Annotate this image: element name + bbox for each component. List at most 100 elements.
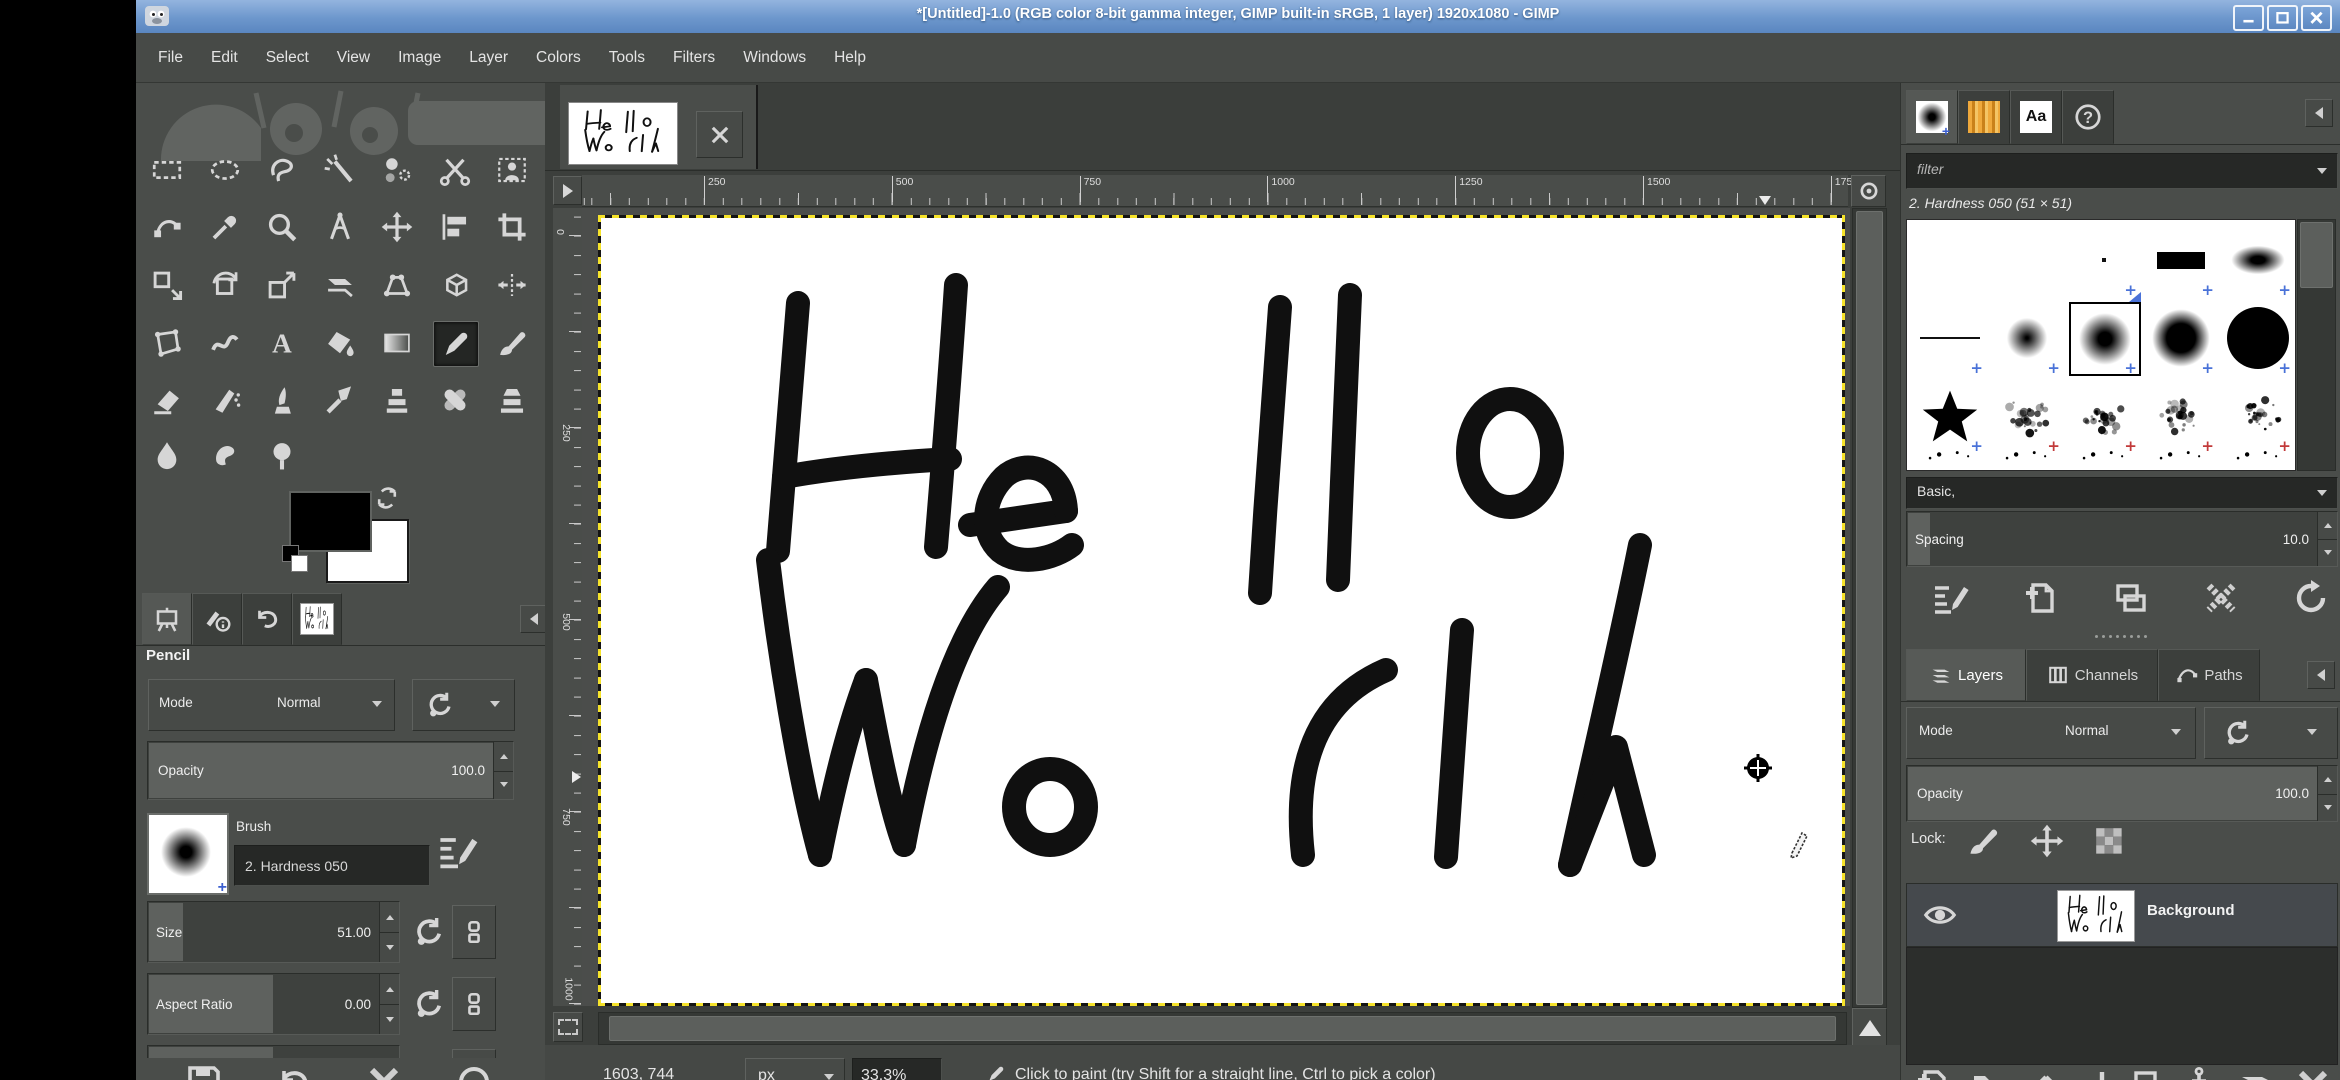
tool-airbrush[interactable] [203,378,247,422]
raise-layer-button[interactable] [2026,1065,2066,1080]
tool-handle-transform[interactable] [375,263,419,307]
horizontal-ruler[interactable]: 2505007501000125015001750 [582,175,1848,207]
brush-name-field[interactable]: 2. Hardness 050 [234,845,430,886]
close-tab-icon[interactable] [696,111,743,158]
tool-rotate[interactable] [203,263,247,307]
brush-specks-1[interactable] [1915,442,1985,471]
delete-brush-button[interactable] [2201,577,2241,619]
new-group-button[interactable] [1969,1065,2009,1080]
tool-eraser[interactable] [145,378,189,422]
tool-mypaint-brush[interactable] [318,378,362,422]
horizontal-scrollbar[interactable] [598,1012,1847,1045]
zoom-follow-window-toggle[interactable] [1851,175,1886,207]
reset-tool-button[interactable] [454,1062,494,1080]
ruler-menu-button[interactable] [553,176,582,205]
link-aspect-icon[interactable] [452,977,496,1031]
tool-scissors-select[interactable] [433,148,477,192]
brush-specks-5[interactable] [2223,442,2293,471]
lock-alpha-icon[interactable] [2093,825,2125,857]
edit-brush-icon[interactable] [436,829,480,873]
canvas[interactable] [598,215,1845,1006]
brush-specks-2[interactable] [1992,442,2062,471]
default-colors-icon-bg[interactable] [291,555,308,572]
mode-switch-buttons[interactable] [412,679,515,731]
layer-name[interactable]: Background [2147,902,2235,919]
tool-color-picker[interactable] [203,205,247,249]
dock-collapse-button[interactable] [2307,661,2335,689]
tool-fuzzy-select[interactable] [318,148,362,192]
dialog-tab-layers[interactable]: Layers [1906,649,2026,701]
brush-line[interactable]: + [1915,302,1985,374]
tool-measure[interactable] [318,205,362,249]
angle-slider[interactable] [147,1045,400,1058]
layer-opacity-spinner[interactable] [2317,766,2337,821]
layer-thumbnail[interactable] [2057,890,2135,942]
aspect-ratio-slider[interactable]: Aspect Ratio 0.00 [147,973,400,1035]
foreground-color-swatch[interactable] [289,491,372,552]
menu-help[interactable]: Help [820,33,880,83]
layer-mode-switch-buttons[interactable] [2204,707,2338,759]
new-layer-button[interactable] [1913,1065,1953,1080]
dialog-tab-fonts[interactable]: Aa [2010,90,2062,144]
menu-filters[interactable]: Filters [659,33,729,83]
tool-move[interactable] [375,205,419,249]
brush-group-select[interactable]: Basic, [1906,477,2338,509]
dialog-tab-patterns[interactable] [1958,90,2010,144]
dialog-tab-help[interactable]: ? [2062,90,2114,144]
size-slider[interactable]: Size 51.00 [147,901,400,963]
dialog-tab-channels[interactable]: Channels [2026,649,2158,701]
duplicate-brush-button[interactable] [2111,577,2151,619]
duplicate-layer-button[interactable] [2129,1065,2169,1080]
spacing-slider[interactable]: Spacing 10.0 [1906,511,2338,567]
brush-pixel[interactable]: + [2069,224,2139,296]
menu-layer[interactable]: Layer [455,33,522,83]
reset-size-icon[interactable] [412,915,446,949]
dock-tab-device-status[interactable] [192,593,242,645]
dock-tab-image-thumbnail[interactable] [292,593,342,645]
brush-filter-input[interactable]: filter [1906,153,2338,189]
brush-hardness-025[interactable]: + [1992,302,2062,374]
tool-perspective-clone[interactable] [490,378,534,422]
opacity-spinner[interactable] [493,742,513,799]
vertical-scrollbar[interactable] [1852,208,1887,1008]
anchor-layer-button[interactable] [2179,1065,2219,1080]
tool-scale[interactable] [260,263,304,307]
tool-select-by-color[interactable] [375,148,419,192]
dock-tab-tool-options[interactable] [142,593,192,645]
spacing-spinner[interactable] [2317,512,2337,566]
brush-blank[interactable] [1915,224,1985,296]
new-brush-button[interactable] [2021,577,2061,619]
delete-layer-button[interactable] [2293,1065,2333,1080]
menu-view[interactable]: View [323,33,384,83]
brush-specks-3[interactable] [2069,442,2139,471]
brush-hardness-050[interactable]: + [2069,302,2141,376]
swap-colors-icon[interactable] [374,485,400,509]
image-tab[interactable] [560,85,758,169]
tool-smudge[interactable] [203,433,247,477]
link-size-icon[interactable] [452,905,496,959]
zoom-select[interactable]: 33.3% [852,1058,942,1080]
dialog-tab-brushes[interactable]: + [1906,90,1958,144]
menu-colors[interactable]: Colors [522,33,595,83]
tool-ink[interactable] [260,378,304,422]
link-angle-icon[interactable] [452,1049,496,1058]
unit-select[interactable]: px [745,1058,845,1080]
tool-bucket-fill[interactable] [318,321,362,365]
layer-opacity-slider[interactable]: Opacity 100.0 [1906,765,2338,822]
layer-list-empty-area[interactable] [1906,947,2338,1065]
layer-mode-select[interactable]: Mode Normal [1906,707,2196,759]
tool-flip[interactable] [490,263,534,307]
tool-blur-sharpen[interactable] [145,433,189,477]
layer-visibility-eye-icon[interactable] [1921,896,1959,934]
brush-thumbnail[interactable]: + [147,813,229,895]
reset-aspect-icon[interactable] [412,987,446,1021]
menu-image[interactable]: Image [384,33,455,83]
delete-preset-button[interactable] [364,1062,404,1080]
brush-block[interactable]: + [2146,224,2216,296]
navigation-button[interactable] [1852,1008,1887,1048]
dialog-tab-paths[interactable]: Paths [2158,649,2260,701]
menu-file[interactable]: File [144,33,197,83]
tool-heal[interactable] [433,378,477,422]
tool-align[interactable] [433,205,477,249]
tool-paintbrush[interactable] [490,321,534,365]
